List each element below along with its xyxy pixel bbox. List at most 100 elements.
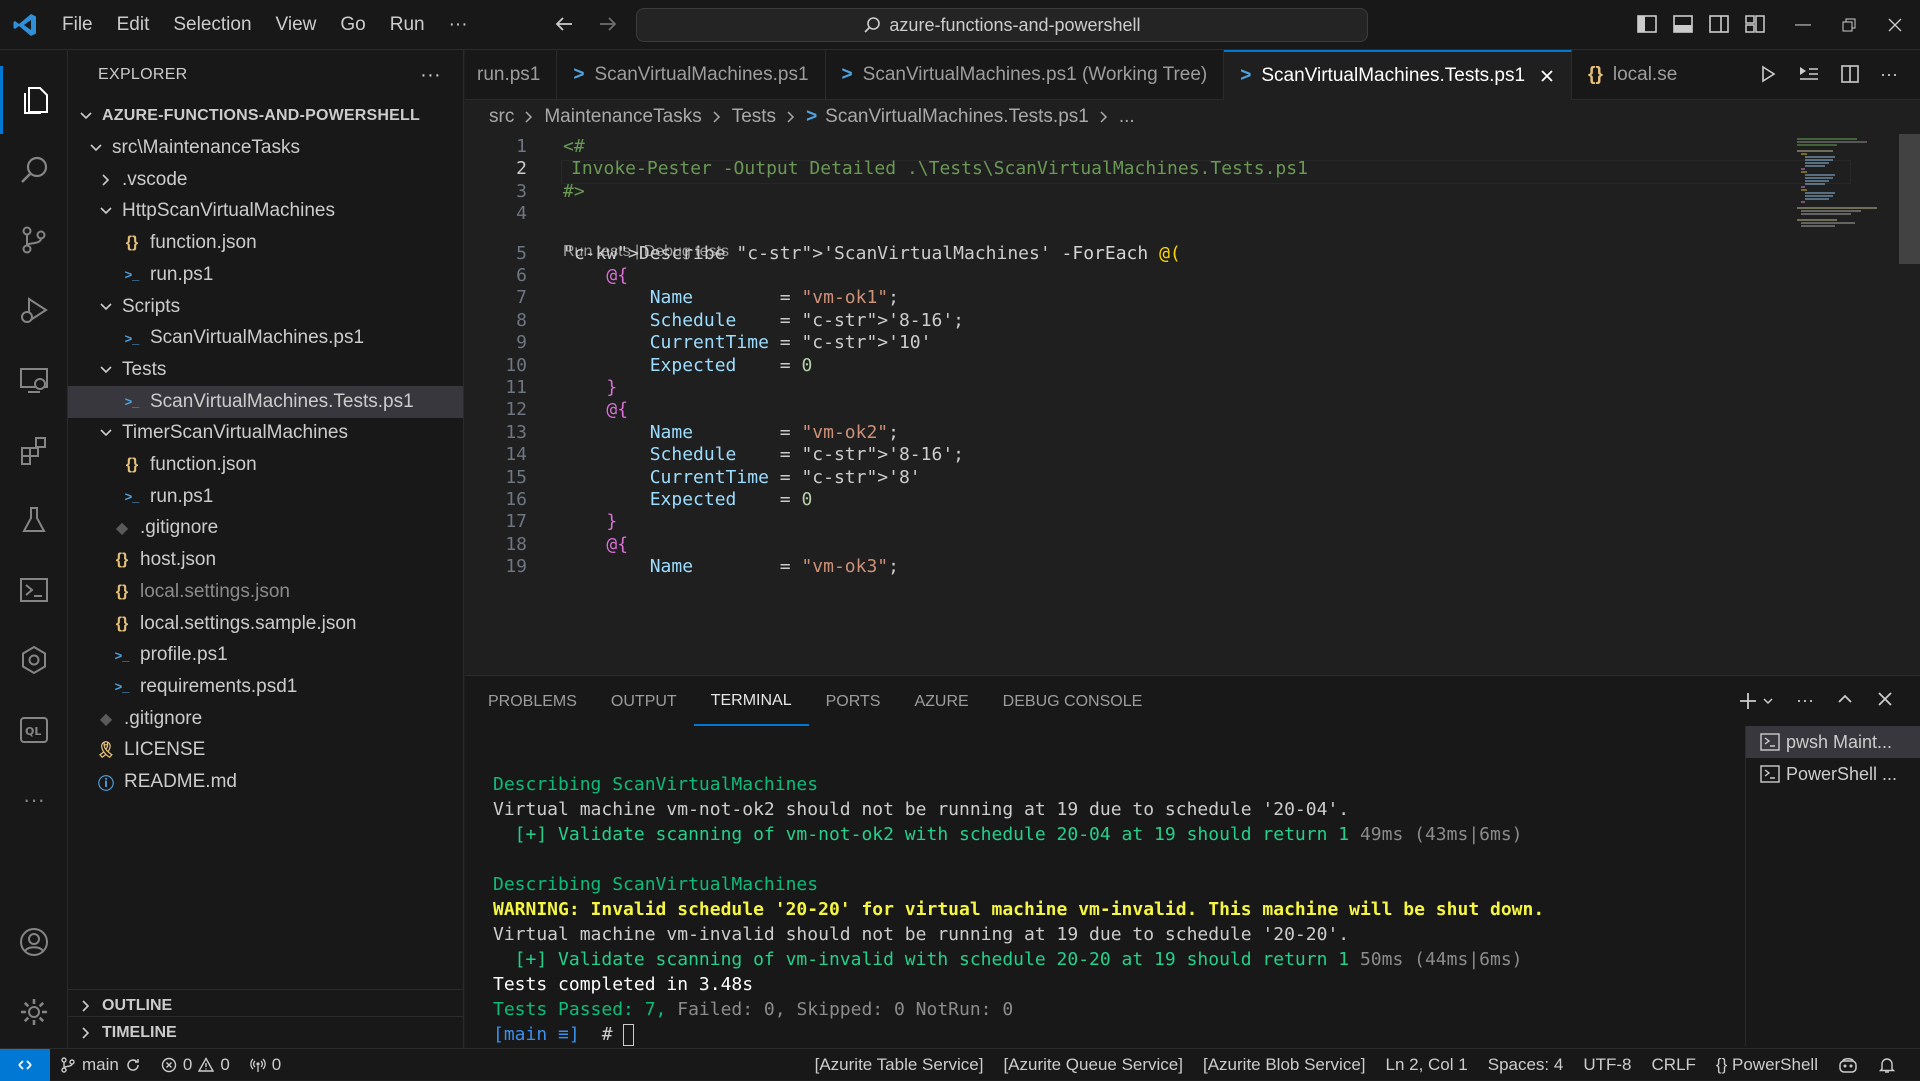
status-item[interactable]: [Azurite Table Service] (805, 1055, 994, 1075)
editor-tab[interactable]: > ScanVirtualMachines.Tests.ps1 (1224, 50, 1573, 100)
editor-tab[interactable]: > ScanVirtualMachines.ps1 (557, 50, 826, 100)
more-actions-icon[interactable]: ··· (1880, 64, 1898, 85)
tree-item[interactable]: {} function.json (68, 227, 463, 259)
menu-item[interactable]: View (264, 0, 329, 50)
tree-item[interactable]: ◆ .gitignore (68, 512, 463, 544)
testing-icon[interactable] (0, 486, 68, 554)
code-line[interactable]: Name = "vm-ok1"; (563, 287, 899, 308)
panel-tab[interactable]: OUTPUT (594, 676, 694, 728)
menu-item[interactable]: Run (378, 0, 437, 50)
ports-indicator[interactable]: 0 (240, 1055, 291, 1075)
breadcrumb-item[interactable]: src (489, 106, 514, 128)
editor-scrollbar[interactable] (1899, 134, 1920, 264)
code-line[interactable]: Expected = 0 (563, 489, 813, 510)
panel-tab[interactable]: PROBLEMS (471, 676, 594, 728)
code-line[interactable]: Invoke-Pester -Output Detailed .\Tests\S… (571, 158, 1308, 179)
code-line[interactable]: @{ (563, 399, 628, 420)
maximize-panel-icon[interactable] (1836, 690, 1854, 711)
terminal-instance[interactable]: pwsh Maint... (1746, 726, 1920, 758)
panel-tab[interactable]: AZURE (897, 676, 985, 728)
run-and-debug-icon[interactable] (0, 276, 68, 344)
terminal-output[interactable]: Describing ScanVirtualMachines Virtual ma… (493, 772, 1893, 1047)
branch-indicator[interactable]: main (50, 1055, 151, 1075)
status-item[interactable]: [Azurite Blob Service] (1193, 1055, 1376, 1075)
tree-item[interactable]: Tests (68, 354, 463, 386)
more-views-icon[interactable]: ··· (0, 766, 68, 834)
tree-item[interactable]: {} local.settings.json (68, 576, 463, 608)
minimap[interactable] (1785, 134, 1905, 254)
tree-item[interactable]: >_ ScanVirtualMachines.ps1 (68, 322, 463, 354)
menu-item[interactable]: Selection (161, 0, 263, 50)
close-tab-icon[interactable] (1539, 68, 1555, 84)
problems-indicator[interactable]: 0 0 (151, 1055, 240, 1075)
breadcrumb-item[interactable]: Tests (732, 106, 776, 128)
explorer-more-actions[interactable]: ··· (420, 64, 441, 87)
code-line[interactable]: CurrentTime = "c-str">'8' (563, 467, 921, 488)
code-line[interactable]: "c-kw">Describe "c-str">'ScanVirtualMach… (563, 243, 1181, 264)
explorer-icon[interactable] (0, 66, 68, 134)
azure-icon[interactable] (0, 626, 68, 694)
code-editor[interactable]: Run tests | Debug tests 1 <# 2 Invoke-Peste… (465, 134, 1920, 675)
code-line[interactable]: @{ (563, 265, 628, 286)
sync-icon[interactable] (125, 1057, 141, 1073)
tree-item[interactable]: >_ run.ps1 (68, 481, 463, 513)
code-line[interactable]: #> (563, 181, 585, 202)
code-line[interactable]: CurrentTime = "c-str">'10' (563, 332, 932, 353)
editor-tab[interactable]: > ScanVirtualMachines.ps1 (Working Tree) (826, 50, 1225, 100)
tree-item[interactable]: >_ run.ps1 (68, 259, 463, 291)
panel-tab[interactable]: PORTS (809, 676, 898, 728)
code-line[interactable]: Name = "vm-ok2"; (563, 422, 899, 443)
restore-icon[interactable] (1826, 0, 1872, 50)
workspace-root[interactable]: AZURE-FUNCTIONS-AND-POWERSHELL (68, 100, 463, 132)
status-item[interactable]: [Azurite Queue Service] (993, 1055, 1193, 1075)
customize-layout-icon[interactable] (1744, 13, 1766, 35)
tree-item[interactable]: {} local.settings.sample.json (68, 608, 463, 640)
close-window-icon[interactable] (1872, 0, 1918, 50)
toggle-primary-sidebar-icon[interactable] (1636, 13, 1658, 35)
panel-tab[interactable]: DEBUG CONSOLE (986, 676, 1160, 728)
code-line[interactable]: Name = "vm-ok3"; (563, 556, 899, 577)
status-item[interactable]: UTF-8 (1573, 1055, 1641, 1075)
status-item[interactable]: Ln 2, Col 1 (1376, 1055, 1478, 1075)
minimize-icon[interactable]: — (1780, 0, 1826, 50)
menu-item[interactable]: ··· (437, 0, 480, 50)
tree-item[interactable]: src\MaintenanceTasks (68, 132, 463, 164)
terminal-prompt[interactable]: [main ≡] # (493, 1022, 1893, 1047)
code-line[interactable]: Schedule = "c-str">'8-16'; (563, 444, 964, 465)
tree-item[interactable]: {} host.json (68, 544, 463, 576)
terminal-icon[interactable] (0, 556, 68, 624)
menu-item[interactable]: Edit (105, 0, 162, 50)
search-icon[interactable] (0, 136, 68, 204)
code-line[interactable]: } (563, 377, 617, 398)
timeline-section[interactable]: TIMELINE (68, 1016, 463, 1048)
codeql-icon[interactable]: QL (0, 696, 68, 764)
editor-tab[interactable]: >run.ps1 (465, 50, 558, 100)
tree-item[interactable]: TimerScanVirtualMachines (68, 417, 463, 449)
status-item[interactable]: Spaces: 4 (1478, 1055, 1574, 1075)
back-arrow-icon[interactable] (552, 12, 576, 36)
toggle-panel-icon[interactable] (1672, 13, 1694, 35)
tree-item[interactable]: >_ requirements.psd1 (68, 671, 463, 703)
panel-more-icon[interactable]: ··· (1796, 690, 1814, 711)
tree-item[interactable]: >_ profile.ps1 (68, 639, 463, 671)
forward-arrow-icon[interactable] (596, 12, 620, 36)
tree-item[interactable]: {} function.json (68, 449, 463, 481)
new-terminal-icon[interactable] (1738, 690, 1774, 711)
menu-item[interactable]: Go (328, 0, 377, 50)
tree-item[interactable]: >_ ScanVirtualMachines.Tests.ps1 (68, 385, 463, 418)
status-item[interactable]: {} PowerShell (1706, 1055, 1828, 1075)
run-selection-icon[interactable] (1798, 64, 1820, 85)
code-line[interactable]: Schedule = "c-str">'8-16'; (563, 310, 964, 331)
code-line[interactable]: <# (563, 136, 585, 157)
command-center-search[interactable]: azure-functions-and-powershell (636, 8, 1368, 42)
terminal-instance[interactable]: PowerShell ... (1746, 758, 1920, 790)
breadcrumb-item[interactable]: ScanVirtualMachines.Tests.ps1 (825, 106, 1089, 128)
extensions-icon[interactable] (0, 416, 68, 484)
tree-item[interactable]: 🎗 LICENSE (68, 734, 463, 766)
notifications-bell-icon[interactable] (1868, 1056, 1906, 1074)
tree-item[interactable]: Scripts (68, 291, 463, 323)
tree-item[interactable]: ⓘ README.md (68, 766, 463, 798)
status-item[interactable]: CRLF (1642, 1055, 1706, 1075)
close-panel-icon[interactable] (1876, 690, 1894, 711)
toggle-secondary-sidebar-icon[interactable] (1708, 13, 1730, 35)
